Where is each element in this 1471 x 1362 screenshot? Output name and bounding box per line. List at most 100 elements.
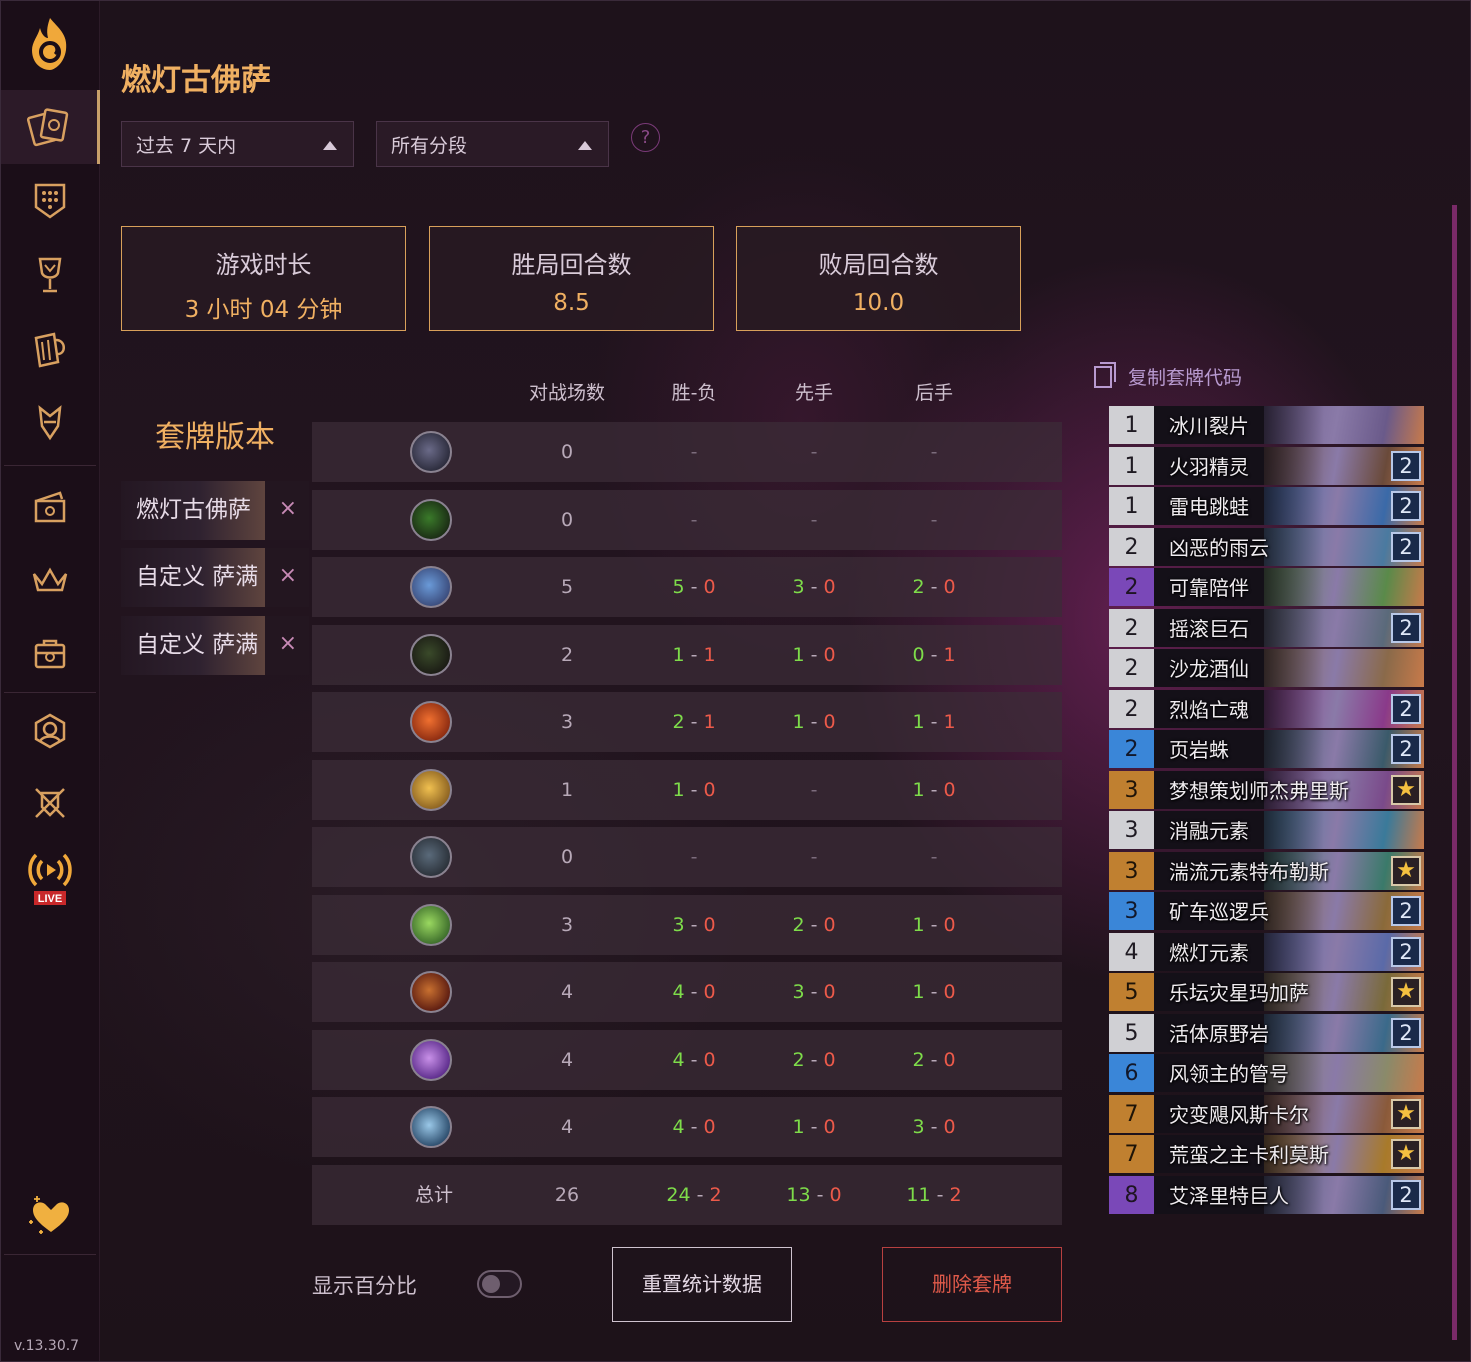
win-loss-cell: 4 - 0 — [634, 962, 754, 1022]
nav-mercenaries[interactable] — [0, 386, 100, 460]
deck-card-tile[interactable]: 2 可靠陪伴 — [1109, 568, 1424, 606]
separator: - — [924, 981, 944, 1003]
matchup-row[interactable]: 0 - - - — [312, 490, 1062, 550]
matchup-row[interactable]: 55 - 03 - 02 - 0 — [312, 557, 1062, 617]
deck-card-tile[interactable]: 6 风领主的管号 — [1109, 1054, 1424, 1092]
deck-card-tile[interactable]: 2 凶恶的雨云 2 — [1109, 528, 1424, 566]
wins-value: 3 — [792, 576, 805, 598]
deck-card-tile[interactable]: 8 艾泽里特巨人 2 — [1109, 1176, 1424, 1214]
matchup-row[interactable]: 0 - - - — [312, 827, 1062, 887]
games-count: 26 — [554, 1184, 580, 1206]
matchup-row[interactable]: 44 - 03 - 01 - 0 — [312, 962, 1062, 1022]
deck-card-tile[interactable]: 5 活体原野岩 2 — [1109, 1014, 1424, 1052]
warrior-class-icon — [410, 836, 452, 878]
deck-card-tile[interactable]: 5 乐坛灾星玛加萨 ★ — [1109, 973, 1424, 1011]
deck-version-item[interactable]: 自定义 萨满 × — [121, 548, 309, 607]
deck-card-tile[interactable]: 2 沙龙酒仙 — [1109, 649, 1424, 687]
games-count: 0 — [560, 509, 574, 531]
reset-stats-button[interactable]: 重置统计数据 — [612, 1247, 792, 1322]
losses-value: 2 — [709, 1184, 722, 1206]
losses-value: 0 — [823, 981, 836, 1003]
deck-card-tile[interactable]: 1 火羽精灵 2 — [1109, 447, 1424, 485]
help-icon[interactable]: ? — [631, 123, 660, 152]
card-name: 凶恶的雨云 — [1169, 536, 1269, 560]
card-name: 可靠陪伴 — [1169, 576, 1249, 600]
matchup-row[interactable]: 0 - - - — [312, 422, 1062, 482]
remove-version-icon[interactable]: × — [279, 497, 297, 521]
deck-card-tile[interactable]: 3 消融元素 — [1109, 811, 1424, 849]
separator: - — [684, 1049, 704, 1071]
empty-value: - — [810, 779, 818, 801]
separator: - — [924, 779, 944, 801]
matchup-row[interactable]: 11 - 0-1 - 0 — [312, 760, 1062, 820]
deck-card-tile[interactable]: 4 燃灯元素 2 — [1109, 933, 1424, 971]
page-title: 燃灯古佛萨 — [121, 63, 271, 98]
win-loss-cell: 4 - 0 — [634, 1030, 754, 1090]
deck-version-item[interactable]: 燃灯古佛萨 × — [121, 481, 309, 540]
win-loss-cell: - — [634, 827, 754, 887]
show-percent-toggle[interactable] — [477, 1270, 522, 1298]
first-cell: 1 - 0 — [754, 625, 874, 685]
second-cell: 1 - 0 — [874, 760, 994, 820]
delete-deck-button[interactable]: 删除套牌 — [882, 1247, 1062, 1322]
losses-value: 1 — [703, 644, 716, 666]
nav-tavern[interactable] — [0, 312, 100, 386]
card-count-badge: 2 — [1391, 1180, 1421, 1210]
first-cell: - — [754, 827, 874, 887]
nav-battlegrounds[interactable] — [0, 164, 100, 238]
deck-card-tile[interactable]: 7 灾变飓风斯卡尔 ★ — [1109, 1095, 1424, 1133]
remove-version-icon[interactable]: × — [279, 632, 297, 656]
app-logo-icon[interactable] — [0, 0, 100, 88]
remove-version-icon[interactable]: × — [279, 564, 297, 588]
deck-card-tile[interactable]: 3 矿车巡逻兵 2 — [1109, 892, 1424, 930]
matchup-row[interactable]: 44 - 01 - 03 - 0 — [312, 1097, 1062, 1157]
first-cell: - — [754, 490, 874, 550]
deck-card-tile[interactable]: 7 荒蛮之主卡利莫斯 ★ — [1109, 1135, 1424, 1173]
nav-arena[interactable] — [0, 238, 100, 312]
nav-collection[interactable] — [0, 618, 100, 692]
deck-card-tile[interactable]: 1 冰川裂片 — [1109, 406, 1424, 444]
deck-card-tile[interactable]: 2 摇滚巨石 2 — [1109, 609, 1424, 647]
matchup-row[interactable]: 21 - 11 - 00 - 1 — [312, 625, 1062, 685]
deck-card-tile[interactable]: 2 烈焰亡魂 2 — [1109, 690, 1424, 728]
win-loss-cell: - — [634, 490, 754, 550]
nav-decks[interactable] — [0, 90, 100, 164]
priest-class-icon — [410, 904, 452, 946]
sidebar-divider — [4, 465, 96, 466]
nav-profile[interactable] — [0, 694, 100, 768]
nav-rankings[interactable] — [0, 544, 100, 618]
matchup-row[interactable]: 33 - 02 - 01 - 0 — [312, 895, 1062, 955]
svg-text:LIVE: LIVE — [38, 893, 62, 905]
deck-card-tile[interactable]: 3 梦想策划师杰弗里斯 ★ — [1109, 771, 1424, 809]
deck-version-name: 自定义 萨满 — [121, 548, 265, 607]
wins-value: 1 — [672, 779, 685, 801]
deck-version-item[interactable]: 自定义 萨满 × — [121, 616, 309, 675]
separator: - — [804, 1116, 824, 1138]
games-count: 1 — [560, 779, 574, 801]
wins-value: 2 — [792, 1049, 805, 1071]
scrollbar[interactable] — [1452, 205, 1457, 1340]
card-name: 火羽精灵 — [1169, 455, 1249, 479]
second-cell: 2 - 0 — [874, 557, 994, 617]
separator: - — [924, 576, 944, 598]
separator: - — [684, 914, 704, 936]
nav-live[interactable]: LIVE — [0, 840, 100, 914]
separator: - — [804, 644, 824, 666]
deck-card-tile[interactable]: 2 页岩蛛 2 — [1109, 730, 1424, 768]
time-filter-select[interactable]: 过去 7 天内 — [121, 121, 354, 167]
wins-value: 3 — [792, 981, 805, 1003]
losses-value: 0 — [703, 914, 716, 936]
deck-card-tile[interactable]: 1 雷电跳蛙 2 — [1109, 487, 1424, 525]
matchup-row[interactable]: 32 - 11 - 01 - 1 — [312, 692, 1062, 752]
nav-replays[interactable] — [0, 470, 100, 544]
matchup-row[interactable]: 44 - 02 - 02 - 0 — [312, 1030, 1062, 1090]
cards-icon — [26, 108, 68, 147]
losses-value: 0 — [823, 1049, 836, 1071]
losses-value: 0 — [823, 1116, 836, 1138]
nav-versus[interactable] — [0, 766, 100, 840]
copy-deck-code-button[interactable]: 复制套牌代码 — [1094, 361, 1242, 390]
rank-filter-select[interactable]: 所有分段 — [376, 121, 609, 167]
nav-support[interactable] — [0, 1178, 100, 1252]
deck-card-tile[interactable]: 3 湍流元素特布勒斯 ★ — [1109, 852, 1424, 890]
empty-value: - — [930, 509, 938, 531]
